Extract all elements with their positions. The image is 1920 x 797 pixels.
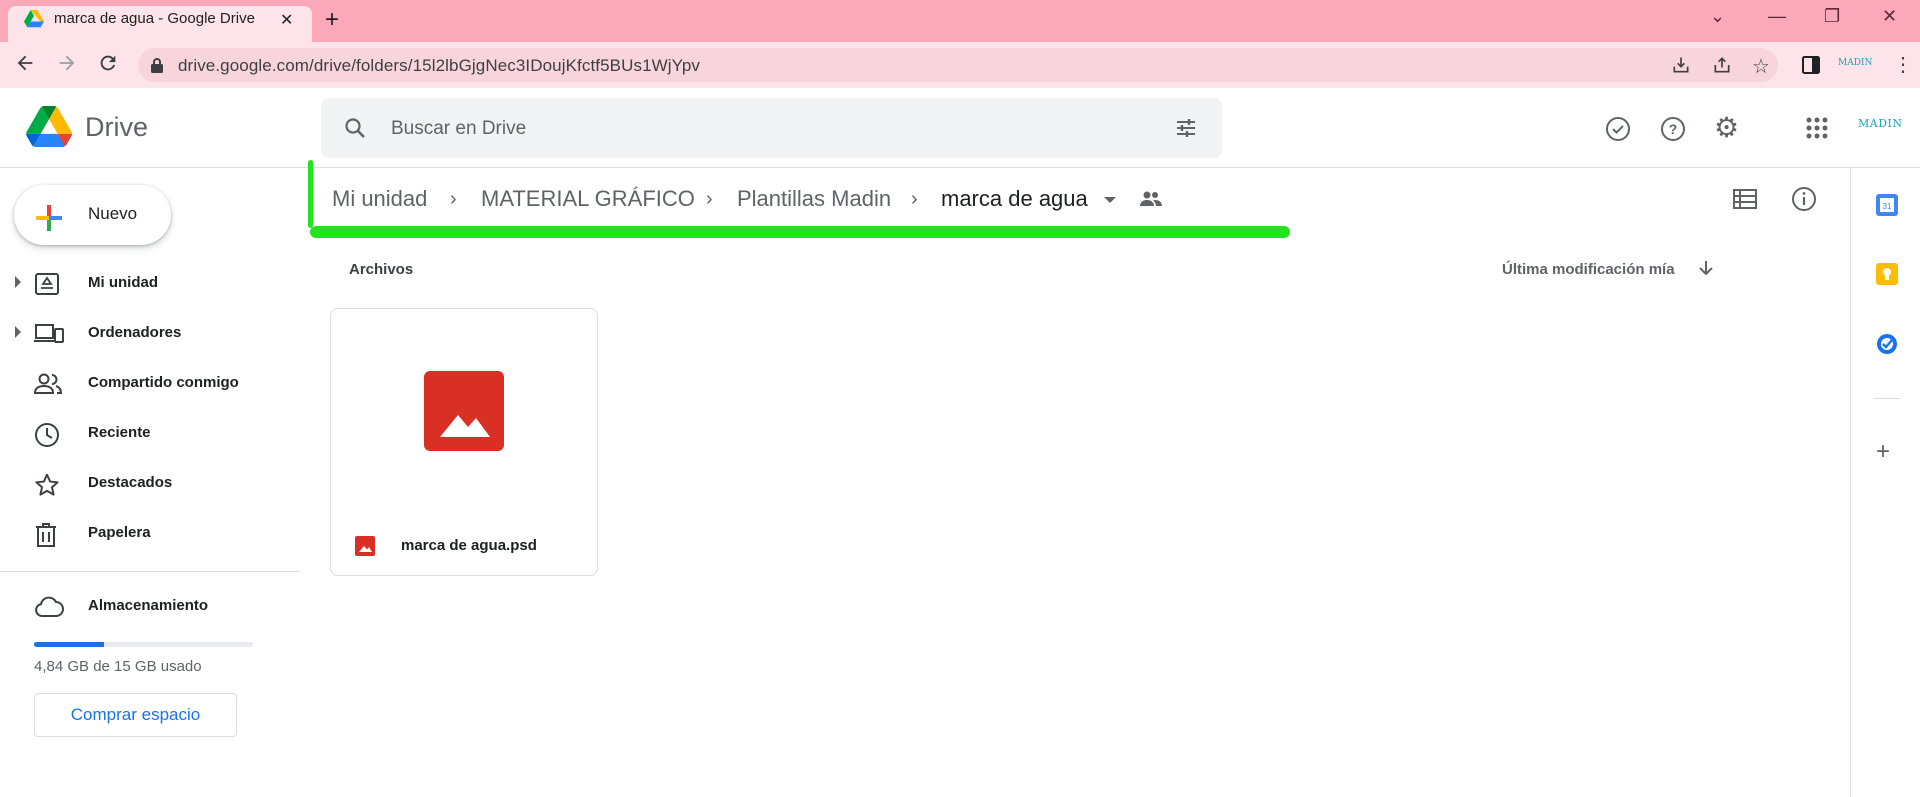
new-tab-icon[interactable]: +: [325, 6, 339, 34]
computer-icon: [34, 322, 64, 346]
tab-search-icon[interactable]: ⌄: [1710, 6, 1725, 27]
chevron-right-icon: ›: [911, 188, 918, 210]
side-panel-icon[interactable]: [1802, 56, 1820, 74]
file-name: marca de agua.psd: [401, 537, 537, 554]
expand-arrow-icon[interactable]: [15, 326, 21, 338]
storage-progress-bar: [34, 642, 253, 647]
drive-icon: [34, 272, 60, 296]
window-close-icon[interactable]: ✕: [1882, 6, 1897, 27]
plus-colored-icon: [34, 203, 64, 233]
drive-logo-icon[interactable]: [26, 106, 72, 147]
chrome-menu-icon[interactable]: ⋮: [1893, 52, 1913, 77]
profile-avatar[interactable]: MADIN: [1838, 58, 1872, 68]
people-icon: [34, 372, 62, 396]
apps-grid-icon[interactable]: [1806, 117, 1828, 139]
lock-icon[interactable]: [150, 57, 164, 73]
forward-icon[interactable]: [56, 52, 78, 74]
restore-icon[interactable]: ❐: [1824, 6, 1840, 27]
buy-storage-label: Comprar espacio: [70, 705, 201, 724]
browser-tab-title: marca de agua - Google Drive: [54, 10, 255, 27]
reload-icon[interactable]: [97, 52, 119, 74]
add-addon-icon[interactable]: +: [1876, 440, 1890, 464]
side-panel-separator: [1874, 398, 1900, 399]
breadcrumb-item[interactable]: MATERIAL GRÁFICO: [481, 186, 695, 212]
offline-check-icon[interactable]: [1605, 116, 1631, 142]
shared-folder-icon[interactable]: [1140, 191, 1162, 207]
sidebar-item-label: Destacados: [88, 474, 173, 491]
search-icon[interactable]: [343, 116, 367, 140]
header-divider: [0, 167, 1920, 168]
sidebar-item-papelera[interactable]: Papelera: [0, 512, 296, 556]
breadcrumb-item[interactable]: Plantillas Madin: [737, 186, 891, 212]
sidebar-item-label: Papelera: [88, 524, 151, 541]
calendar-icon[interactable]: 31: [1875, 193, 1899, 217]
drive-favicon-icon: [24, 10, 44, 28]
sidebar-item-destacados[interactable]: Destacados: [0, 462, 296, 506]
sidebar-item-mi-unidad[interactable]: Mi unidad: [0, 262, 296, 306]
storage-progress-fill: [34, 642, 105, 647]
sidebar-item-reciente[interactable]: Reciente: [0, 412, 296, 456]
account-avatar[interactable]: MADIN: [1858, 117, 1903, 130]
keep-icon[interactable]: [1875, 262, 1899, 286]
highlight-underline: [310, 226, 1290, 238]
sidebar-item-label: Ordenadores: [88, 324, 182, 341]
app-name[interactable]: Drive: [85, 112, 148, 143]
side-panel-divider: [1850, 168, 1851, 797]
sidebar-item-label: Reciente: [88, 424, 151, 441]
cloud-icon: [34, 596, 64, 618]
svg-text:?: ?: [1669, 121, 1678, 137]
expand-arrow-icon[interactable]: [15, 276, 21, 288]
sidebar-item-label: Mi unidad: [88, 274, 158, 291]
minimize-icon[interactable]: —: [1768, 6, 1786, 27]
tab-close-icon[interactable]: ✕: [280, 10, 293, 30]
help-icon[interactable]: ?: [1660, 116, 1686, 142]
new-button-label: Nuevo: [88, 204, 138, 223]
sort-option[interactable]: Última modificación mía: [1502, 261, 1675, 278]
sidebar-item-ordenadores[interactable]: Ordenadores: [0, 312, 296, 356]
chevron-right-icon: ›: [706, 188, 713, 210]
image-file-icon: [355, 536, 375, 556]
trash-icon: [34, 522, 58, 548]
svg-text:31: 31: [1883, 202, 1892, 211]
image-thumbnail-icon: [424, 371, 504, 451]
tasks-icon[interactable]: [1875, 332, 1899, 356]
buy-storage-button[interactable]: Comprar espacio: [34, 693, 237, 737]
storage-usage-text: 4,84 GB de 15 GB usado: [34, 658, 202, 675]
settings-gear-icon[interactable]: ⚙: [1714, 114, 1739, 142]
info-icon[interactable]: [1791, 186, 1817, 212]
bookmark-star-icon[interactable]: ☆: [1752, 54, 1770, 79]
files-section-label: Archivos: [349, 261, 414, 278]
breadcrumb-item[interactable]: Mi unidad: [332, 186, 427, 212]
file-card[interactable]: marca de agua.psd: [330, 308, 598, 576]
list-view-icon[interactable]: [1733, 188, 1757, 210]
install-icon[interactable]: [1671, 55, 1691, 75]
clock-icon: [34, 422, 60, 448]
url-text[interactable]: drive.google.com/drive/folders/15l2lbGjg…: [178, 56, 700, 76]
folder-dropdown-icon[interactable]: [1104, 197, 1116, 203]
breadcrumb-current[interactable]: marca de agua: [941, 186, 1088, 212]
storage-label[interactable]: Almacenamiento: [88, 597, 208, 614]
sidebar-item-compartido[interactable]: Compartido conmigo: [0, 362, 296, 406]
sidebar-divider: [0, 571, 300, 572]
highlight-mark: [308, 160, 313, 228]
search-options-icon[interactable]: [1174, 116, 1198, 140]
star-icon: [34, 472, 60, 498]
share-icon[interactable]: [1712, 55, 1732, 75]
search-input[interactable]: Buscar en Drive: [391, 118, 526, 140]
back-icon[interactable]: [14, 52, 36, 74]
sort-arrow-down-icon[interactable]: [1697, 259, 1715, 277]
chevron-right-icon: ›: [450, 188, 457, 210]
sidebar-item-label: Compartido conmigo: [88, 374, 239, 391]
